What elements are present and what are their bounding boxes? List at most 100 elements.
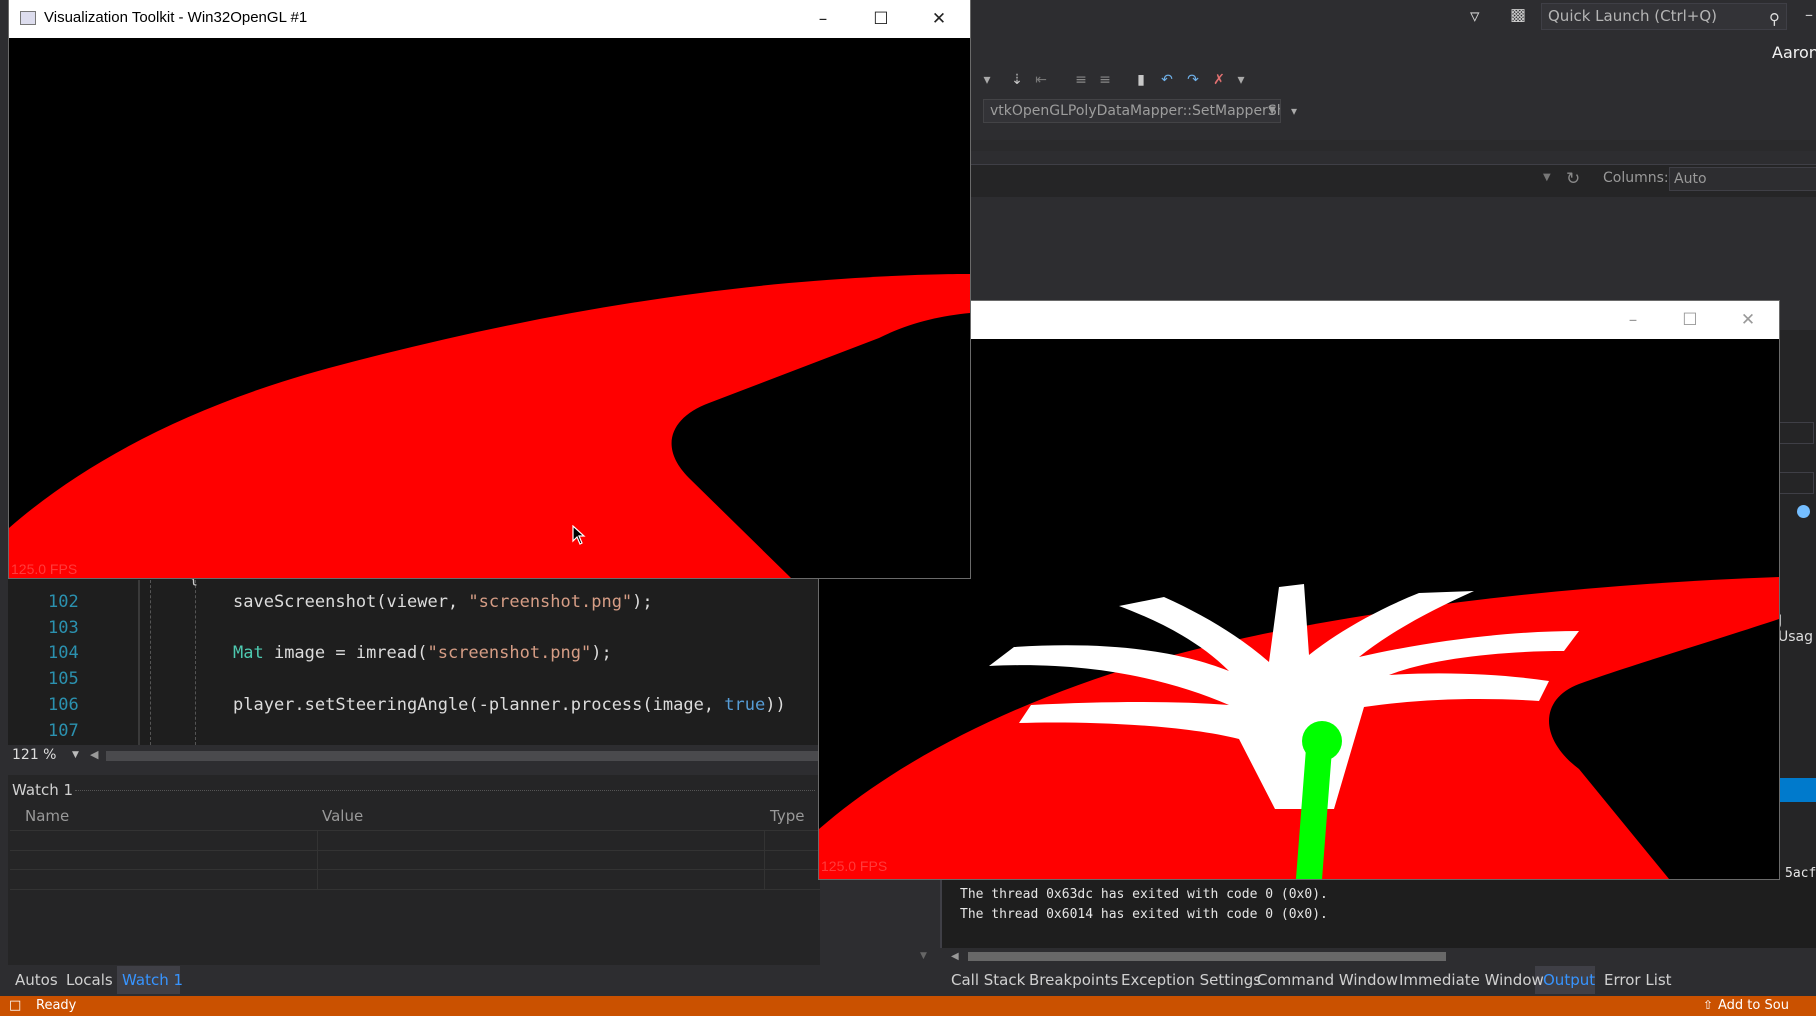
tab-output[interactable]: Output xyxy=(1543,971,1595,989)
tab-autos[interactable]: Autos xyxy=(15,971,58,989)
add-to-source-control[interactable]: Add to Sou xyxy=(1718,998,1789,1013)
code-text: ); xyxy=(591,643,612,663)
quick-launch-placeholder: Quick Launch (Ctrl+Q) xyxy=(1548,7,1718,25)
outdent-icon[interactable]: ≡ xyxy=(1096,71,1114,89)
code-string: "screenshot.png" xyxy=(427,643,592,663)
tab-call-stack[interactable]: Call Stack xyxy=(951,971,1025,989)
tab-error-list[interactable]: Error List xyxy=(1604,971,1672,989)
minimize-vs-icon[interactable]: – xyxy=(1805,5,1813,24)
prev-bookmark-icon[interactable]: ↶ xyxy=(1158,71,1176,89)
tab-command-window[interactable]: Command Window xyxy=(1257,971,1398,989)
output-partial-text: 5acf2 xyxy=(1785,866,1816,881)
line-number: 105 xyxy=(48,669,79,689)
scroll-left-icon[interactable]: ◀ xyxy=(951,951,959,962)
code-type: Mat xyxy=(233,643,264,663)
indent-guide xyxy=(150,580,151,745)
clear-bookmarks-icon[interactable]: ✗ xyxy=(1210,71,1228,89)
refresh-icon[interactable]: ↻ xyxy=(1566,169,1580,189)
side-panel-field[interactable] xyxy=(1778,422,1814,444)
scroll-thumb[interactable] xyxy=(106,751,820,761)
toolbar-dropdown-icon[interactable]: ▾ xyxy=(978,71,996,89)
code-text: ); xyxy=(632,592,653,612)
maximize-icon[interactable]: ☐ xyxy=(858,6,904,32)
step-into-icon[interactable]: ⇣ xyxy=(1008,71,1026,89)
columns-value: Auto xyxy=(1674,171,1707,187)
watch-title: Watch 1 xyxy=(12,781,74,799)
vtk-app-icon xyxy=(20,11,36,25)
line-number: 106 xyxy=(48,695,79,715)
tab-breakpoints[interactable]: Breakpoints xyxy=(1029,971,1118,989)
tab-watch-1[interactable]: Watch 1 xyxy=(122,971,183,989)
fps-counter: 125.0 FPS xyxy=(821,858,888,874)
zoom-dropdown-icon[interactable]: ▼ xyxy=(72,750,79,760)
next-bookmark-icon[interactable]: ↷ xyxy=(1184,71,1202,89)
indent-icon[interactable]: ≡ xyxy=(1072,71,1090,89)
radio-indicator-icon[interactable] xyxy=(1797,505,1810,518)
search-icon[interactable]: ⚲ xyxy=(1769,7,1780,32)
vtk-window-1-titlebar[interactable]: Visualization Toolkit - Win32OpenGL #1 –… xyxy=(9,0,970,38)
code-text: )) xyxy=(765,695,786,715)
search-depth-dropdown-icon[interactable]: ▼ xyxy=(1543,172,1551,183)
quick-launch-input[interactable]: Quick Launch (Ctrl+Q) ⚲ xyxy=(1541,3,1787,30)
tab-locals[interactable]: Locals xyxy=(66,971,113,989)
code-text: image = imread( xyxy=(263,643,428,663)
fps-counter: 125.0 FPS xyxy=(11,561,78,577)
feedback-icon[interactable]: ▩ xyxy=(1510,5,1526,25)
status-bar xyxy=(0,996,1816,1016)
step-over-icon[interactable]: ⇤ xyxy=(1032,71,1050,89)
watch-col-type[interactable]: Type xyxy=(770,807,804,825)
code-line-106[interactable]: player.setSteeringAngle(-planner.process… xyxy=(233,695,786,715)
code-text: saveScreenshot(viewer, xyxy=(233,592,469,612)
code-line-104[interactable]: Mat image = imread("screenshot.png"); xyxy=(233,643,612,663)
vtk-render-view-1[interactable] xyxy=(9,38,970,578)
minimize-icon[interactable]: – xyxy=(1610,307,1656,333)
vehicle-marker xyxy=(1302,721,1342,761)
line-number: 104 xyxy=(48,643,79,663)
output-line: The thread 0x6014 has exited with code 0… xyxy=(960,907,1328,922)
toolbar-separator xyxy=(970,140,1816,151)
editor-horizontal-scrollbar[interactable]: 121 % ▼ ◀ xyxy=(8,745,820,767)
side-selected-row[interactable] xyxy=(1778,778,1816,802)
watch-col-name[interactable]: Name xyxy=(25,807,69,825)
function-combo-value: vtkOpenGLPolyDataMapper::SetMapperSh xyxy=(990,103,1281,119)
output-scroll-thumb[interactable] xyxy=(968,952,1446,961)
source-control-icon[interactable]: ⇧ xyxy=(1703,998,1713,1012)
scroll-left-icon[interactable]: ◀ xyxy=(90,748,98,761)
code-keyword: true xyxy=(724,695,766,715)
vtk-window-1[interactable]: Visualization Toolkit - Win32OpenGL #1 –… xyxy=(9,0,970,578)
watch-col-value[interactable]: Value xyxy=(322,807,363,825)
toolbar-overflow-icon[interactable]: ▾ xyxy=(1232,71,1250,89)
tab-immediate-window[interactable]: Immediate Window xyxy=(1399,971,1544,989)
editor-gutter-divider xyxy=(138,580,140,745)
filter-icon[interactable]: ▿ xyxy=(1470,5,1480,27)
user-name[interactable]: Aaron xyxy=(1772,43,1816,62)
mouse-cursor-icon xyxy=(572,525,586,545)
status-text: Ready xyxy=(36,998,77,1013)
combo-overflow-icon[interactable]: ▾ xyxy=(1291,104,1297,118)
maximize-icon[interactable]: ☐ xyxy=(1667,307,1713,333)
line-number: 102 xyxy=(48,592,79,612)
watch-title-grip xyxy=(75,790,815,791)
vtk-window-1-title: Visualization Toolkit - Win32OpenGL #1 xyxy=(44,9,308,26)
columns-label: Columns: xyxy=(1603,170,1669,186)
close-icon[interactable]: ✕ xyxy=(1725,307,1771,333)
column-divider xyxy=(764,830,765,890)
minimize-icon[interactable]: – xyxy=(800,6,846,32)
watch-row[interactable] xyxy=(10,870,820,890)
zoom-level[interactable]: 121 % xyxy=(12,747,56,763)
tab-exception-settings[interactable]: Exception Settings xyxy=(1121,971,1261,989)
output-line: The thread 0x63dc has exited with code 0… xyxy=(960,887,1328,902)
debug-toolbar: ▾ ⇣ ⇤ ≡ ≡ ▮ ↶ ↷ ✗ ▾ xyxy=(970,65,1816,95)
watch-row[interactable] xyxy=(10,850,820,870)
line-number: 107 xyxy=(48,721,79,741)
line-number: 103 xyxy=(48,618,79,638)
close-icon[interactable]: ✕ xyxy=(916,6,962,32)
watch-scroll-down-icon[interactable]: ▼ xyxy=(920,951,927,961)
function-combo[interactable]: vtkOpenGLPolyDataMapper::SetMapperSh ▼ xyxy=(983,99,1281,123)
side-panel-field-2[interactable] xyxy=(1778,472,1814,494)
bookmark-icon[interactable]: ▮ xyxy=(1132,71,1150,89)
watch-row[interactable] xyxy=(10,830,820,851)
side-usage-label: J Usag xyxy=(1778,613,1814,645)
columns-select[interactable]: Auto xyxy=(1669,167,1816,191)
code-line-102[interactable]: saveScreenshot(viewer, "screenshot.png")… xyxy=(233,592,653,612)
